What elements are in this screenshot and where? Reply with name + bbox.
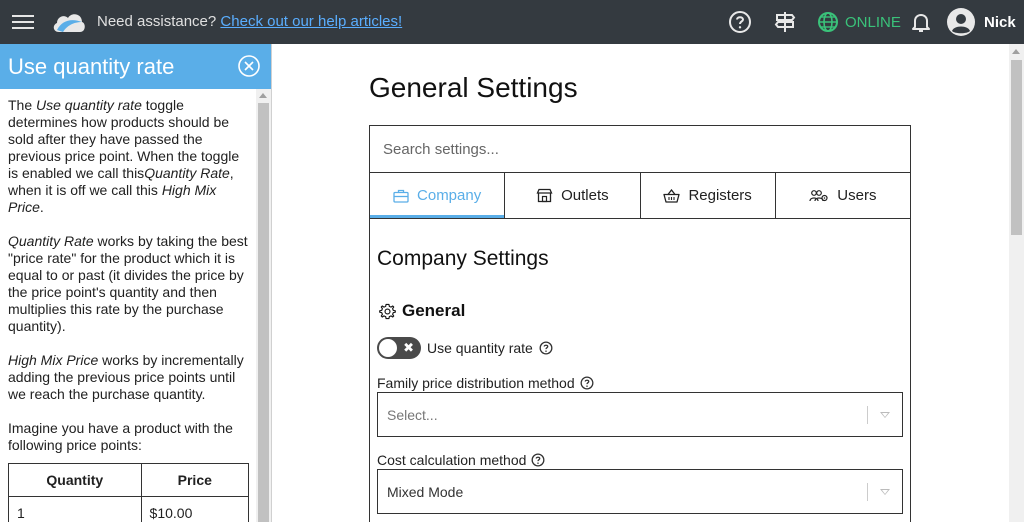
select-value: Select... bbox=[387, 406, 438, 423]
toggle-off-icon: ✖ bbox=[403, 340, 414, 355]
signpost-icon[interactable] bbox=[773, 10, 797, 34]
company-settings-title: Company Settings bbox=[377, 247, 549, 270]
help-circle-icon[interactable] bbox=[539, 341, 553, 355]
help-paragraph: Quantity Rate works by taking the best "… bbox=[8, 233, 249, 335]
tab-company[interactable]: Company bbox=[370, 173, 506, 218]
tab-label: Users bbox=[837, 187, 877, 204]
family-price-select[interactable]: Select... bbox=[377, 392, 903, 437]
table-cell: $10.00 bbox=[140, 496, 250, 522]
bell-icon[interactable] bbox=[909, 10, 933, 34]
help-paragraph: Imagine you have a product with the foll… bbox=[8, 420, 233, 453]
online-status-label: ONLINE bbox=[845, 13, 901, 31]
toggle-knob bbox=[379, 339, 397, 357]
scrollbar-thumb[interactable] bbox=[1011, 60, 1022, 235]
tab-label: Company bbox=[417, 187, 482, 204]
tab-outlets[interactable]: Outlets bbox=[505, 173, 641, 218]
help-text-emphasis: Use quantity rate bbox=[36, 97, 142, 113]
tab-label: Registers bbox=[688, 187, 752, 204]
field-label-text: Cost calculation method bbox=[377, 452, 527, 468]
menu-icon[interactable] bbox=[12, 12, 34, 32]
table-header-row: Quantity Price bbox=[8, 463, 250, 497]
family-price-label: Family price distribution method bbox=[377, 375, 594, 391]
search-input[interactable] bbox=[370, 126, 910, 173]
cloud-logo-icon[interactable] bbox=[50, 8, 86, 36]
user-menu[interactable]: Nick bbox=[946, 6, 1016, 38]
select-value: Mixed Mode bbox=[387, 483, 464, 500]
help-panel-scrollbar[interactable] bbox=[256, 89, 271, 522]
chevron-down-icon[interactable] bbox=[880, 489, 890, 495]
user-name: Nick bbox=[984, 13, 1016, 31]
gear-icon bbox=[379, 303, 396, 319]
store-icon bbox=[536, 188, 553, 203]
cost-calculation-label: Cost calculation method bbox=[377, 452, 545, 468]
tab-users[interactable]: Users bbox=[776, 173, 910, 218]
scrollbar-thumb[interactable] bbox=[258, 103, 269, 522]
quantity-rate-row: ✖ Use quantity rate bbox=[377, 337, 553, 359]
top-bar: Need assistance? Check out our help arti… bbox=[0, 0, 1024, 44]
table-row: 1 $10.00 bbox=[8, 496, 250, 522]
field-label-text: Family price distribution method bbox=[377, 375, 575, 391]
online-status[interactable]: ONLINE bbox=[817, 10, 901, 34]
main-scrollbar[interactable] bbox=[1009, 44, 1024, 522]
main-content: General Settings Company Outlets bbox=[272, 44, 1024, 522]
help-paragraph: High Mix Price works by incrementally ad… bbox=[8, 352, 249, 403]
help-panel: Use quantity rate The Use quantity rate … bbox=[0, 44, 272, 522]
tab-label: Outlets bbox=[561, 187, 609, 204]
help-text-emphasis: High Mix Price bbox=[8, 352, 99, 368]
help-panel-header: Use quantity rate bbox=[0, 44, 271, 89]
general-section-header: General bbox=[379, 301, 465, 321]
help-circle-icon[interactable] bbox=[728, 10, 752, 34]
globe-icon bbox=[818, 12, 838, 32]
users-icon bbox=[809, 189, 828, 201]
column-header-price: Price bbox=[140, 463, 250, 497]
briefcase-icon bbox=[393, 189, 409, 203]
help-panel-content: The Use quantity rate toggle determines … bbox=[0, 89, 256, 522]
quantity-rate-toggle[interactable]: ✖ bbox=[377, 337, 421, 359]
chevron-down-icon[interactable] bbox=[880, 412, 890, 418]
column-header-quantity: Quantity bbox=[8, 463, 142, 497]
help-text-emphasis: Quantity Rate bbox=[8, 233, 94, 249]
settings-tabs: Company Outlets Registers Users bbox=[370, 173, 910, 219]
select-separator bbox=[867, 483, 868, 501]
select-separator bbox=[867, 406, 868, 424]
tab-registers[interactable]: Registers bbox=[641, 173, 776, 218]
toggle-label: Use quantity rate bbox=[427, 340, 533, 356]
section-title-label: General bbox=[402, 301, 466, 320]
table-cell: 1 bbox=[8, 496, 142, 522]
basket-icon bbox=[663, 188, 681, 203]
cost-calculation-select[interactable]: Mixed Mode bbox=[377, 469, 903, 514]
assistance-text: Need assistance? Check out our help arti… bbox=[97, 13, 402, 30]
price-points-table: Quantity Price 1 $10.00 bbox=[8, 463, 250, 522]
settings-card: Company Outlets Registers bbox=[369, 125, 911, 522]
help-articles-link[interactable]: Check out our help articles! bbox=[220, 13, 402, 30]
scroll-up-icon[interactable] bbox=[1012, 49, 1020, 54]
assistance-label: Need assistance? bbox=[97, 13, 217, 30]
scroll-up-icon[interactable] bbox=[259, 93, 267, 98]
user-avatar-icon bbox=[947, 8, 975, 36]
help-text-emphasis: Quantity Rate bbox=[144, 165, 230, 181]
page-title: General Settings bbox=[369, 72, 578, 103]
help-text: The bbox=[8, 97, 37, 113]
help-paragraph: The Use quantity rate toggle determines … bbox=[8, 97, 249, 216]
help-panel-title: Use quantity rate bbox=[8, 53, 175, 79]
help-text: . bbox=[39, 199, 44, 215]
close-icon[interactable] bbox=[237, 54, 261, 78]
help-circle-icon[interactable] bbox=[531, 453, 545, 467]
help-circle-icon[interactable] bbox=[580, 376, 594, 390]
